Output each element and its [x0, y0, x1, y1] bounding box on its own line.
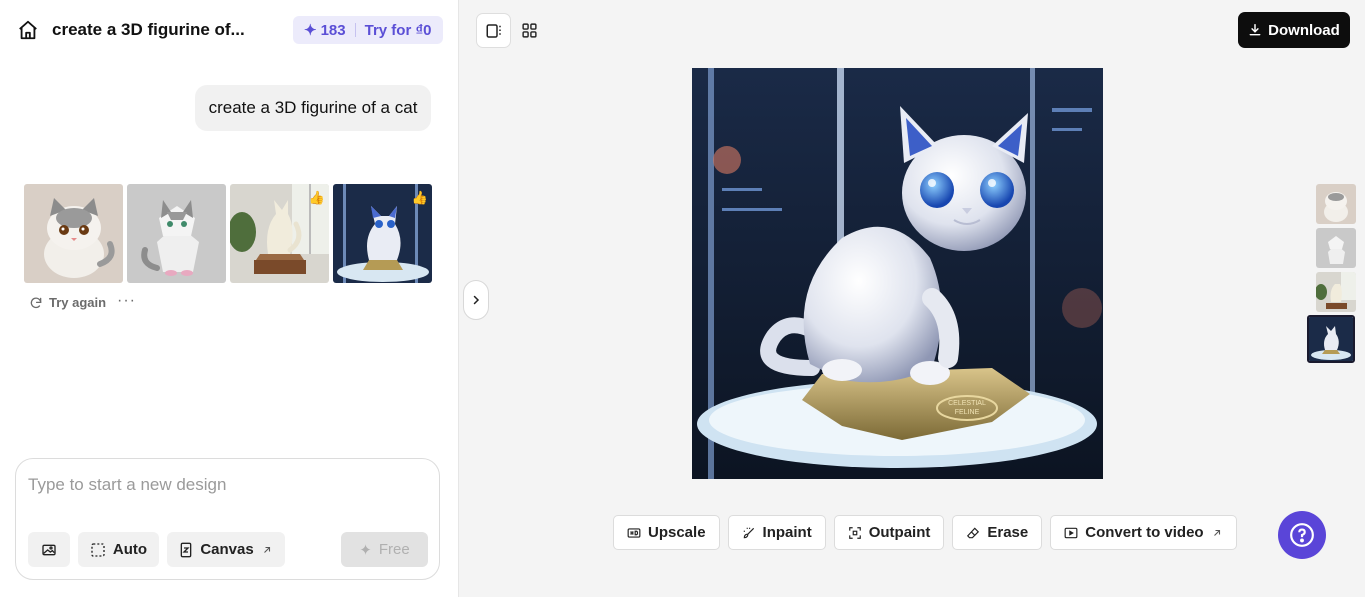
refresh-icon: [30, 297, 42, 308]
plate-text-line-1: CELESTIAL: [948, 400, 986, 407]
brush-icon: [743, 527, 754, 538]
credits-count: 183: [320, 21, 346, 39]
panel-view-icon: [486, 23, 501, 38]
video-icon: [1064, 527, 1078, 538]
inpaint-button[interactable]: Inpaint: [727, 515, 826, 550]
upload-image-button[interactable]: [28, 532, 70, 567]
download-button[interactable]: Download: [1238, 12, 1350, 48]
dashed-square-icon: [91, 542, 105, 557]
side-thumbnail-4-selected[interactable]: [1307, 315, 1355, 363]
result-thumbnail-1[interactable]: [24, 184, 123, 283]
erase-label: Erase: [987, 524, 1029, 541]
eraser-icon: [967, 526, 980, 538]
result-thumbnail-2[interactable]: [127, 184, 226, 283]
home-icon[interactable]: [17, 19, 39, 41]
sparkle-icon: ✦: [359, 541, 372, 559]
erase-button[interactable]: Erase: [952, 515, 1043, 550]
upscale-label: Upscale: [648, 524, 706, 541]
try-free-link[interactable]: Try for ₫0: [365, 22, 432, 39]
download-icon: [1249, 24, 1261, 36]
plate-text-line-2: FELINE: [955, 409, 980, 416]
user-prompt-bubble: create a 3D figurine of a cat: [195, 85, 431, 131]
single-view-button[interactable]: [476, 13, 511, 48]
side-thumbnail-2[interactable]: [1316, 228, 1356, 268]
sparkle-icon: ✦: [304, 22, 317, 39]
image-icon: [42, 544, 56, 555]
convert-to-video-button[interactable]: Convert to video: [1050, 515, 1237, 550]
try-again-label: Try again: [49, 295, 107, 310]
edit-toolbar: Upscale Inpaint Outpaint Erase Convert t…: [613, 515, 1237, 550]
canvas-label: Canvas: [200, 541, 254, 558]
like-badge-icon: 👍: [411, 190, 428, 205]
hd-icon: [627, 527, 641, 538]
preview-panel: Download CELESTIAL FELINE Upscale Inpain…: [459, 0, 1365, 597]
expand-frame-icon: [848, 526, 861, 539]
chevron-right-icon: [473, 295, 480, 305]
external-arrow-icon: [263, 546, 270, 553]
prompt-input[interactable]: Type to start a new design: [28, 475, 226, 495]
try-again-button[interactable]: Try again: [29, 295, 106, 310]
like-badge-icon: 👍: [308, 190, 325, 205]
question-icon: [1290, 523, 1314, 547]
help-button[interactable]: [1278, 511, 1326, 559]
result-thumbnail-4[interactable]: 👍: [333, 184, 432, 283]
main-image[interactable]: CELESTIAL FELINE: [692, 68, 1103, 479]
outpaint-label: Outpaint: [868, 524, 931, 541]
grid-icon: [522, 23, 537, 38]
auto-mode-button[interactable]: Auto: [78, 532, 159, 567]
expand-panel-button[interactable]: [463, 280, 489, 320]
result-thumbnail-3[interactable]: 👍: [230, 184, 329, 283]
page-title: create a 3D figurine of...: [52, 20, 245, 39]
auto-label: Auto: [112, 541, 148, 558]
credits-badge[interactable]: ✦ 183 Try for ₫0: [293, 16, 443, 44]
download-label: Download: [1268, 21, 1340, 39]
canvas-button[interactable]: Canvas: [167, 532, 285, 567]
external-arrow-icon: [1213, 529, 1220, 536]
inpaint-label: Inpaint: [762, 524, 812, 541]
free-label: Free: [378, 541, 410, 558]
top-bar: create a 3D figurine of... ✦ 183 Try for…: [0, 0, 459, 60]
side-thumbnail-1[interactable]: [1316, 184, 1356, 224]
canvas-icon: [180, 542, 192, 557]
upscale-button[interactable]: Upscale: [613, 515, 720, 550]
divider: [354, 23, 356, 37]
grid-view-button[interactable]: [512, 13, 547, 48]
free-generate-button[interactable]: ✦ Free: [341, 532, 428, 567]
side-thumbnail-3[interactable]: [1316, 272, 1356, 312]
outpaint-button[interactable]: Outpaint: [833, 515, 945, 550]
result-thumbnails: 👍 👍: [24, 184, 432, 283]
chat-panel: create a 3D figurine of... ✦ 183 Try for…: [0, 0, 459, 597]
convert-label: Convert to video: [1085, 524, 1204, 541]
prompt-composer[interactable]: Type to start a new design Auto Canvas ✦…: [15, 458, 440, 580]
more-options-button[interactable]: ···: [117, 292, 136, 310]
